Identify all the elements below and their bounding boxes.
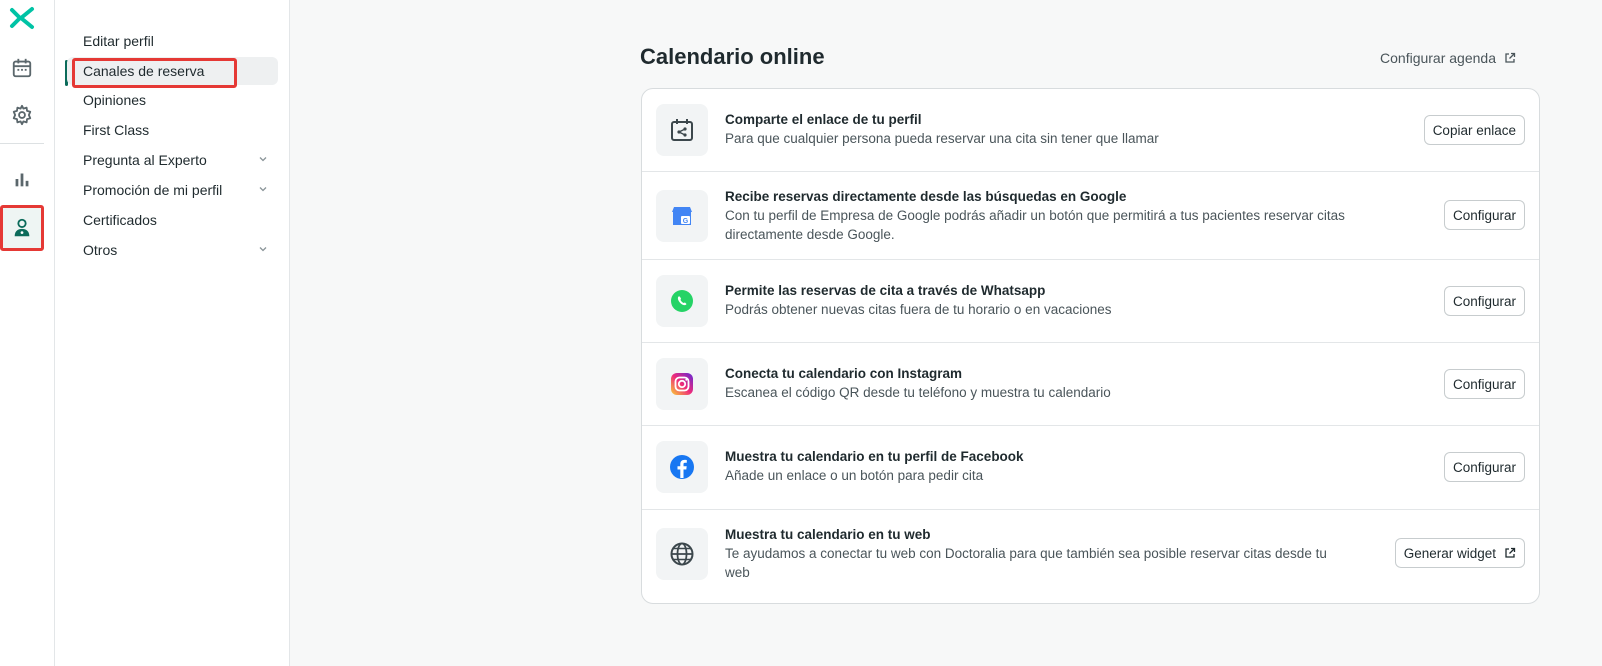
button-label: Generar widget [1403,545,1496,561]
subnav-item-canales-de-reserva[interactable]: Canales de reserva [67,57,278,85]
channel-description: Podrás obtener nuevas citas fuera de tu … [725,302,1112,317]
gear-icon[interactable] [6,99,38,131]
subnav-item-label: Editar perfil [83,33,154,49]
button-label: Configurar [1452,459,1516,475]
subnav-item-otros[interactable]: Otros [67,236,278,264]
bar-chart-icon[interactable] [6,163,38,195]
subnav-item-label: Certificados [83,212,157,228]
subnav-item-first-class[interactable]: First Class [67,116,278,144]
facebook-icon [656,441,708,493]
button-label: Configurar [1452,293,1516,309]
channel-text: Comparte el enlace de tu perfil Para que… [725,110,1355,148]
channel-row-whatsapp: Permite las reservas de cita a través de… [642,260,1539,343]
subnav-item-label: First Class [83,122,150,138]
subnav-item-editar-perfil[interactable]: Editar perfil [67,27,278,55]
channel-title: Permite las reservas de cita a través de… [725,283,1046,298]
channel-description: Para que cualquier persona pueda reserva… [725,131,1159,146]
chevron-down-icon [259,247,267,252]
configurar-facebook-button[interactable]: Configurar [1443,452,1525,482]
share-calendar-icon [656,104,708,156]
subnav-item-label: Pregunta al Experto [83,152,207,168]
channel-row-instagram: Conecta tu calendario con Instagram Esca… [642,343,1539,426]
configurar-agenda-link[interactable]: Configurar agenda [1380,50,1516,66]
channel-text: Permite las reservas de cita a través de… [725,281,1355,319]
channel-row-web: Muestra tu calendario en tu web Te ayuda… [642,510,1539,603]
configurar-google-button[interactable]: Configurar [1443,200,1525,230]
chevron-down-icon [259,187,267,192]
chevron-down-icon [259,157,267,162]
channel-text: Muestra tu calendario en tu perfil de Fa… [725,447,1355,485]
configurar-instagram-button[interactable]: Configurar [1443,369,1525,399]
channel-description: Escanea el código QR desde tu teléfono y… [725,385,1111,400]
subnav-item-promocion-de-mi-perfil[interactable]: Promoción de mi perfil [67,176,278,204]
subnav-item-certificados[interactable]: Certificados [67,206,278,234]
calendar-icon[interactable] [6,52,38,84]
whatsapp-icon [656,275,708,327]
page-title: Calendario online [640,44,825,69]
rail-divider [0,143,44,144]
configurar-whatsapp-button[interactable]: Configurar [1443,286,1525,316]
google-business-icon: G [656,190,708,242]
external-link-icon [1505,547,1516,558]
channel-description: Añade un enlace o un botón para pedir ci… [725,468,984,483]
subnav-item-label: Canales de reserva [83,63,205,79]
button-label: Copiar enlace [1432,122,1516,138]
subnav-item-label: Promoción de mi perfil [83,182,223,198]
generar-widget-button[interactable]: Generar widget [1394,538,1525,568]
channel-row-share-link: Comparte el enlace de tu perfil Para que… [642,89,1539,172]
channel-row-facebook: Muestra tu calendario en tu perfil de Fa… [642,426,1539,510]
channel-title: Recibe reservas directamente desde las b… [725,189,1127,204]
external-link-icon [1505,52,1516,63]
profile-subnav: Editar perfil Canales de reserva Opinion… [55,0,290,666]
globe-icon [656,528,708,580]
copiar-enlace-button[interactable]: Copiar enlace [1423,115,1525,145]
button-label: Configurar [1452,376,1516,392]
channel-title: Comparte el enlace de tu perfil [725,112,922,127]
channel-title: Muestra tu calendario en tu web [725,527,931,542]
doctoralia-logo-icon[interactable] [8,4,36,32]
channel-text: Recibe reservas directamente desde las b… [725,187,1355,244]
icon-rail [0,0,55,666]
config-link-label: Configurar agenda [1380,50,1496,66]
subnav-item-pregunta-al-experto[interactable]: Pregunta al Experto [67,146,278,174]
channel-text: Muestra tu calendario en tu web Te ayuda… [725,525,1355,582]
booking-channels-card: Comparte el enlace de tu perfil Para que… [641,88,1540,604]
subnav-item-label: Otros [83,242,118,258]
instagram-icon [656,358,708,410]
channel-title: Muestra tu calendario en tu perfil de Fa… [725,449,1024,464]
subnav-item-opiniones[interactable]: Opiniones [67,86,278,114]
channel-description: Te ayudamos a conectar tu web con Doctor… [725,546,1327,580]
button-label: Configurar [1452,207,1516,223]
svg-text:G: G [683,218,689,225]
channel-description: Con tu perfil de Empresa de Google podrá… [725,208,1345,242]
doctor-profile-icon[interactable] [0,205,44,251]
channel-title: Conecta tu calendario con Instagram [725,366,963,381]
channel-row-google: G Recibe reservas directamente desde las… [642,172,1539,260]
subnav-item-label: Opiniones [83,92,147,108]
channel-text: Conecta tu calendario con Instagram Esca… [725,364,1355,402]
